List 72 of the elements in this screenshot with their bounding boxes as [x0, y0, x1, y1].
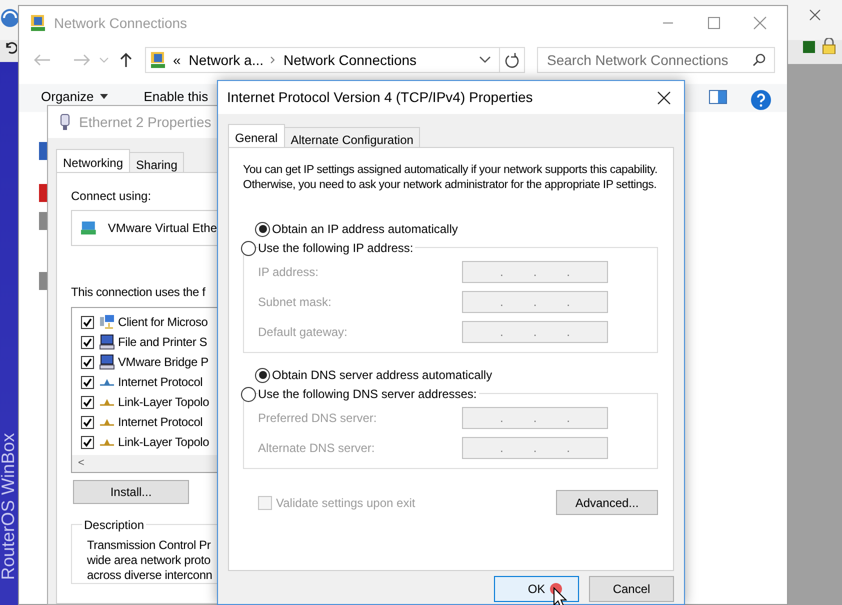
- description-text: across diverse interconn: [87, 568, 214, 583]
- install-button[interactable]: Install...: [73, 480, 189, 504]
- scroll-left-arrow[interactable]: <: [78, 455, 84, 472]
- list-item[interactable]: Link-Layer Topolo: [118, 433, 210, 451]
- help-icon[interactable]: [751, 90, 771, 110]
- field-label: IP address:: [258, 264, 320, 281]
- dropdown-caret-icon[interactable]: [479, 55, 491, 65]
- list-item[interactable]: VMware Bridge P: [118, 353, 208, 371]
- undo-icon[interactable]: [3, 40, 17, 54]
- dialog-title: Ethernet 2 Properties: [79, 112, 212, 132]
- mouse-cursor-icon: [553, 587, 567, 605]
- dialog-title: Internet Protocol Version 4 (TCP/IPv4) Properties: [227, 88, 533, 107]
- list-label: This connection uses the f: [71, 284, 206, 301]
- window-title: Network Connections: [54, 14, 188, 32]
- scrollbar[interactable]: <: [72, 455, 217, 472]
- command-button[interactable]: Organize: [41, 90, 108, 104]
- search-icon[interactable]: [752, 53, 766, 67]
- radio-button[interactable]: [241, 240, 256, 256]
- breadcrumb-item[interactable]: Network Connections: [284, 50, 417, 70]
- breadcrumb-separator-icon: [268, 55, 278, 65]
- field-label: Alternate DNS server:: [258, 440, 376, 457]
- preview-pane-icon[interactable]: [709, 90, 727, 104]
- ok-button[interactable]: OK: [494, 576, 579, 602]
- lock-icon: [822, 38, 836, 54]
- list-item[interactable]: Internet Protocol: [118, 373, 203, 391]
- overflow-chevron[interactable]: «: [173, 50, 181, 70]
- list-item[interactable]: Link-Layer Topolo: [118, 393, 210, 411]
- checkbox[interactable]: [81, 376, 94, 388]
- field-label: Connect using:: [71, 188, 152, 205]
- side-label: RouterOS WinBox: [0, 432, 20, 580]
- radio-button[interactable]: [241, 386, 256, 402]
- ethernet-icon: [60, 114, 70, 130]
- field-label: Preferred DNS server:: [258, 410, 378, 427]
- list-item[interactable]: Internet Protocol: [118, 413, 203, 431]
- address-bar[interactable]: « Network a... Network Connections: [145, 47, 525, 73]
- network-adapter-icon: [81, 221, 96, 235]
- status-icon: [803, 41, 815, 53]
- cancel-button[interactable]: Cancel: [589, 576, 674, 602]
- search-field[interactable]: Search Network Connections: [537, 47, 775, 73]
- tab[interactable]: Networking: [56, 149, 130, 173]
- checkbox[interactable]: [81, 416, 94, 428]
- computer-icon: [99, 334, 115, 350]
- radio-button[interactable]: [255, 368, 270, 382]
- list-item[interactable]: File and Printer S: [118, 333, 208, 351]
- breadcrumb-item[interactable]: Network a...: [188, 50, 264, 70]
- up-arrow-icon[interactable]: [119, 52, 133, 68]
- adapter-name: VMware Virtual Ethe: [108, 220, 217, 237]
- tab[interactable]: General: [228, 124, 285, 148]
- radio-button[interactable]: [255, 222, 270, 236]
- checkbox[interactable]: [81, 336, 94, 348]
- field-label: Default gateway:: [258, 324, 348, 341]
- close-icon[interactable]: [656, 90, 672, 106]
- command-button[interactable]: Enable this: [144, 90, 208, 104]
- field-label: Subnet mask:: [258, 294, 332, 311]
- checkbox[interactable]: [81, 356, 94, 368]
- app-icon[interactable]: [0, 8, 20, 28]
- close-icon[interactable]: [808, 8, 822, 22]
- intro-text: You can get IP settings assigned automatically if your network supports this capability. Otherwise, you need to ask your network administrator for the appropriate IP settings.: [243, 163, 658, 193]
- network-folder-icon: [29, 14, 47, 32]
- network-folder-icon: [149, 51, 167, 69]
- tab[interactable]: Sharing: [130, 152, 184, 173]
- checkbox[interactable]: [81, 396, 94, 408]
- list-item[interactable]: Client for Microso: [118, 313, 208, 331]
- caret-icon: [100, 94, 108, 100]
- checkbox[interactable]: [81, 316, 94, 328]
- advanced-button[interactable]: Advanced...: [556, 490, 658, 515]
- description-text: wide area network proto: [87, 553, 212, 568]
- computer-icon: [99, 354, 115, 370]
- checkbox[interactable]: [81, 436, 94, 448]
- client-icon: [99, 314, 115, 330]
- tab[interactable]: Alternate Configuration: [284, 127, 420, 148]
- description-text: Transmission Control Pr: [87, 538, 212, 553]
